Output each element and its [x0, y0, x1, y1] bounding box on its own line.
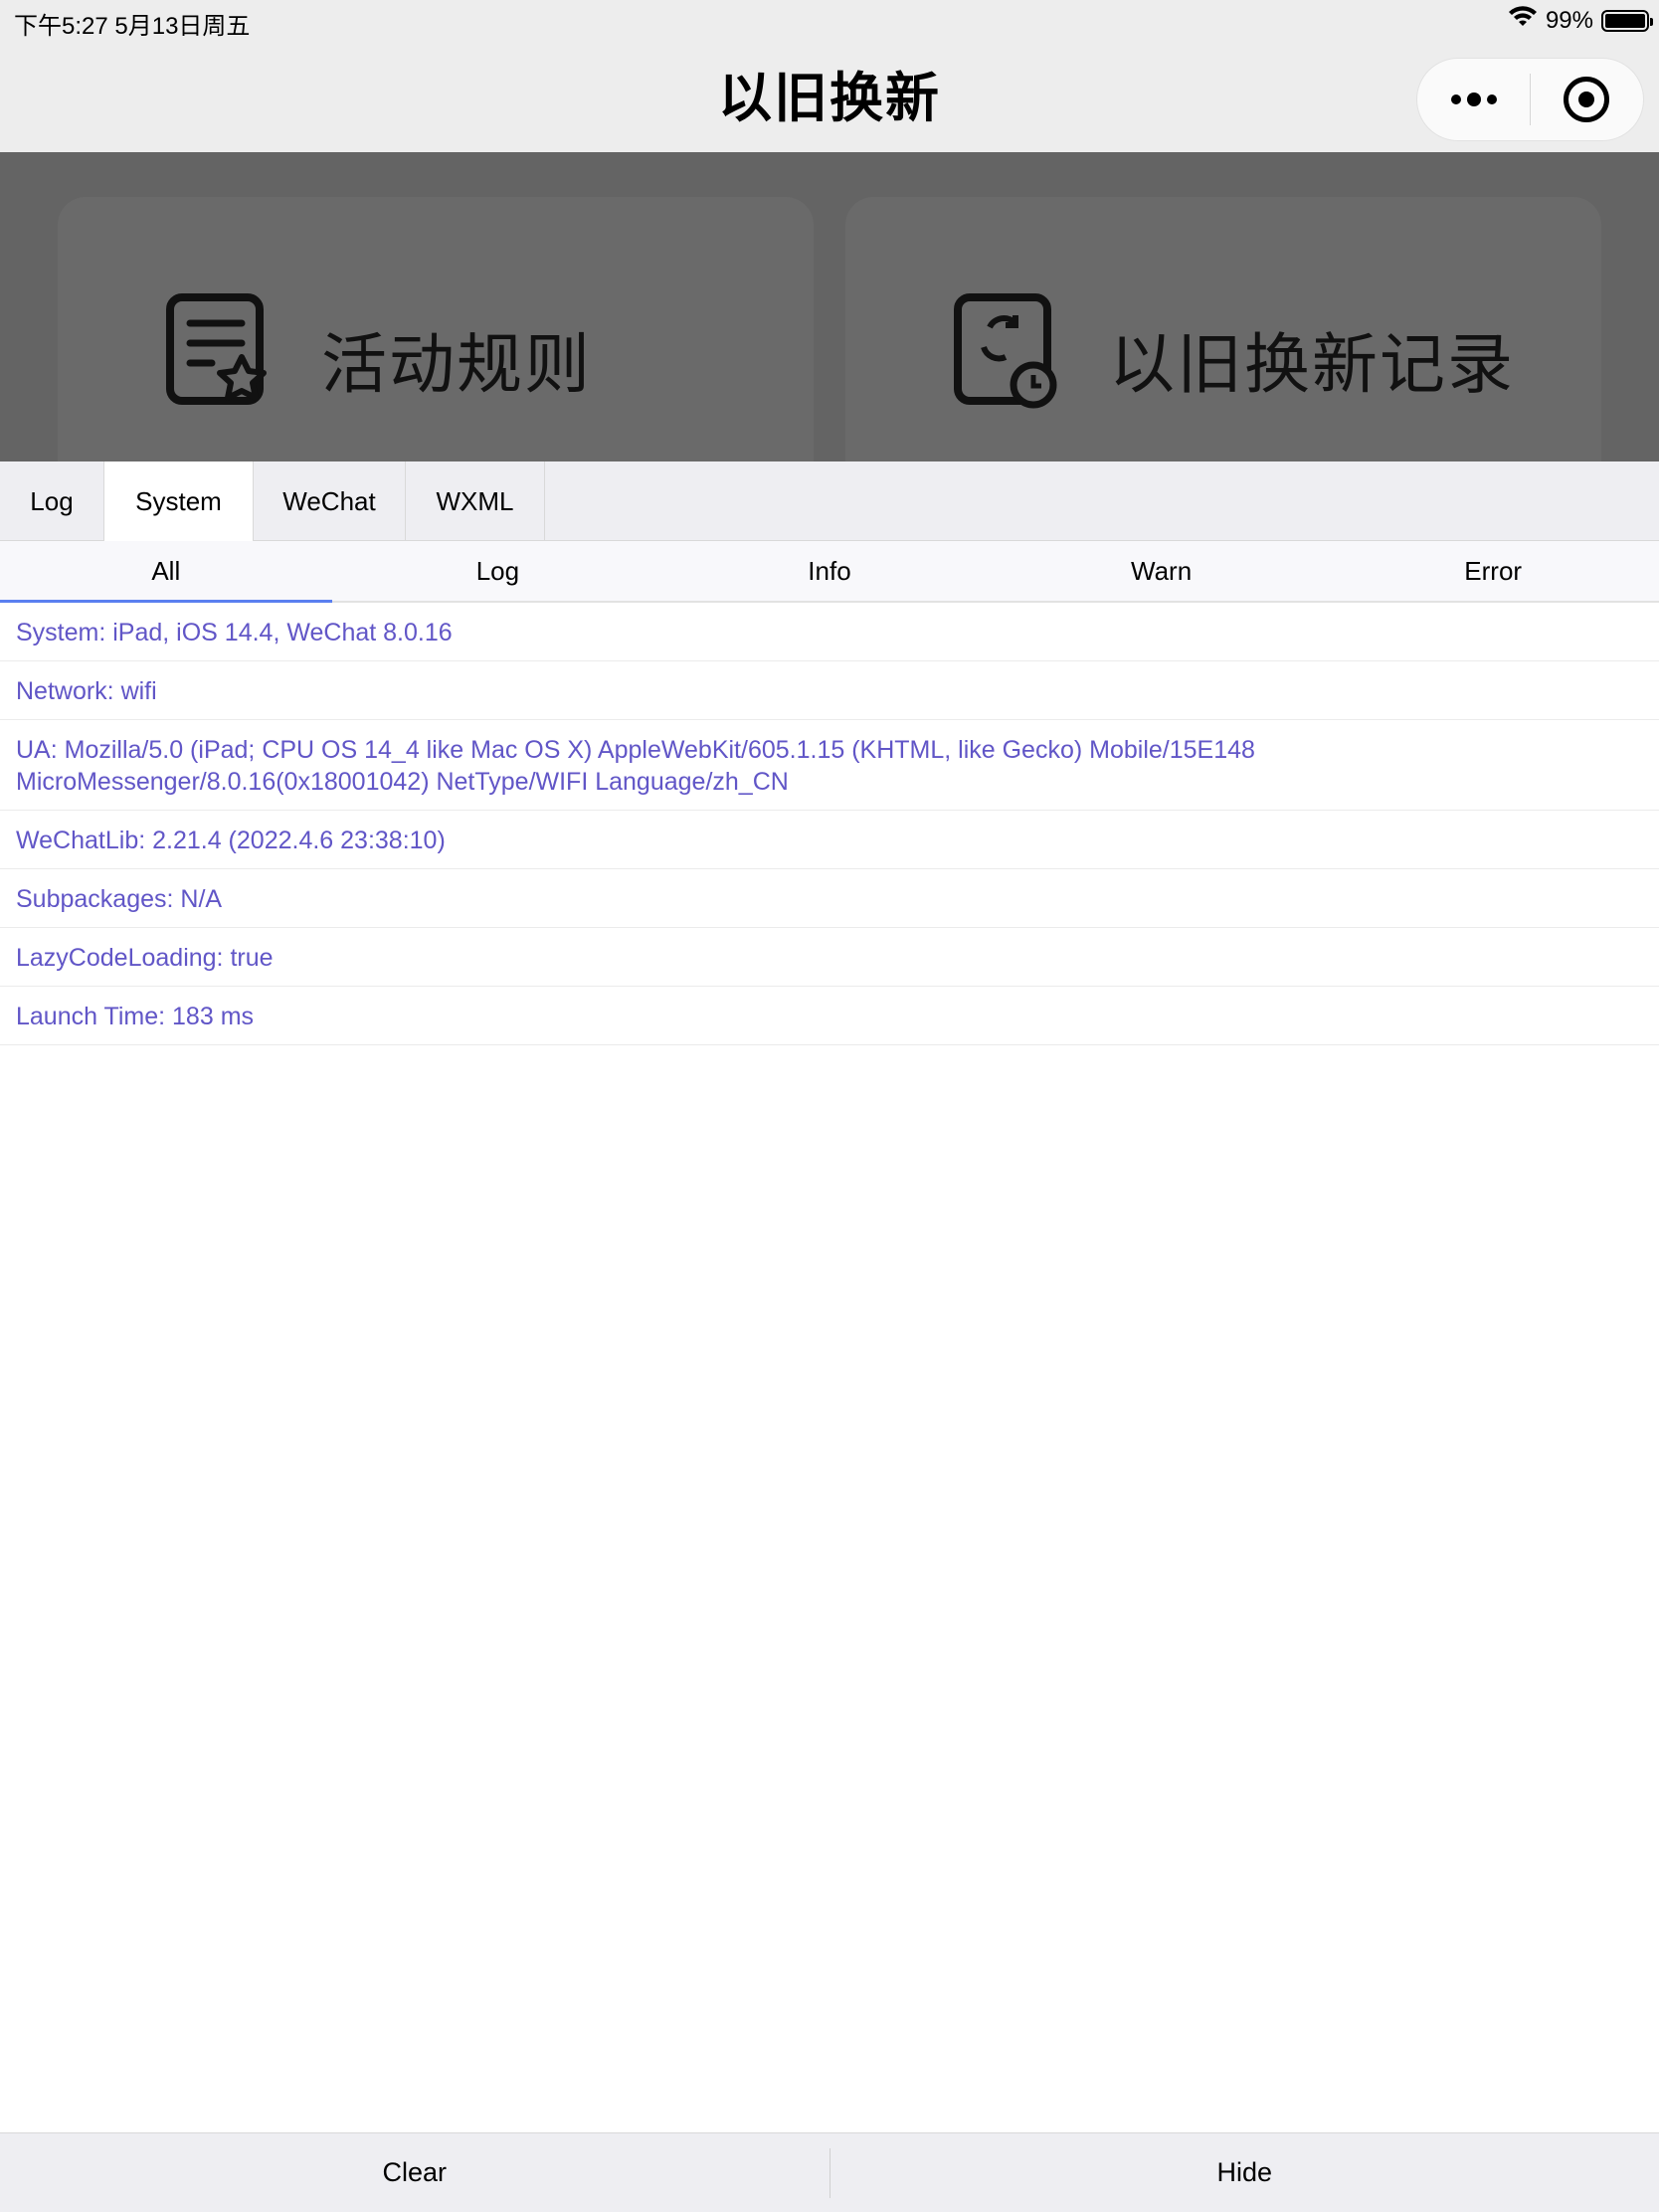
log-list: System: iPad, iOS 14.4, WeChat 8.0.16 Ne… — [0, 603, 1659, 1045]
log-text-continued: MicroMessenger/8.0.16(0x18001042) NetTyp… — [16, 768, 789, 796]
status-time-date: 下午5:27 5月13日周五 — [14, 13, 251, 40]
log-text: Network: wifi — [16, 677, 157, 705]
clear-button[interactable]: Clear — [0, 2157, 830, 2188]
log-row: WeChatLib: 2.21.4 (2022.4.6 23:38:10) — [0, 811, 1659, 869]
close-miniprogram-button[interactable] — [1531, 59, 1643, 140]
vconsole-filter-bar: All Log Info Warn Error — [0, 541, 1659, 603]
more-button[interactable] — [1417, 59, 1530, 140]
filter-info[interactable]: Info — [663, 541, 996, 601]
vconsole-footer: Clear Hide — [0, 2132, 1659, 2212]
log-text: LazyCodeLoading: true — [16, 944, 274, 972]
tab-wechat[interactable]: WeChat — [254, 461, 406, 541]
vconsole-panel: Log System WeChat WXML All Log Info Warn… — [0, 461, 1659, 2212]
log-row: UA: Mozilla/5.0 (iPad; CPU OS 14_4 like … — [0, 720, 1659, 811]
page-title: 以旧换新 — [718, 69, 941, 128]
wifi-icon — [1508, 6, 1538, 35]
status-bar: 下午5:27 5月13日周五 99% — [0, 0, 1659, 40]
filter-log[interactable]: Log — [332, 541, 664, 601]
log-text: System: iPad, iOS 14.4, WeChat 8.0.16 — [16, 619, 453, 646]
log-row: Launch Time: 183 ms — [0, 987, 1659, 1045]
more-dots-icon — [1450, 92, 1497, 106]
tab-log[interactable]: Log — [0, 461, 104, 541]
trade-in-records-card[interactable]: 以旧换新记录 — [845, 197, 1601, 461]
activity-rules-label: 活动规则 — [321, 327, 592, 401]
battery-icon — [1601, 9, 1653, 32]
trade-in-records-label: 以旧换新记录 — [1109, 327, 1515, 401]
hide-button[interactable]: Hide — [830, 2157, 1659, 2188]
log-text: Launch Time: 183 ms — [16, 1003, 255, 1030]
app-screen: 下午5:27 5月13日周五 99% 以旧换新 活动规则 以旧换新记录 Log … — [0, 0, 1659, 2212]
miniprogram-capsule — [1416, 58, 1644, 141]
filter-all[interactable]: All — [0, 541, 332, 603]
activity-rules-card[interactable]: 活动规则 — [58, 197, 814, 461]
tab-wxml[interactable]: WXML — [406, 461, 545, 541]
tab-system[interactable]: System — [104, 461, 254, 542]
status-right: 99% — [1508, 6, 1653, 35]
nav-bar: 以旧换新 — [0, 40, 1659, 152]
log-row: LazyCodeLoading: true — [0, 928, 1659, 987]
document-star-icon — [166, 293, 267, 405]
log-row: Subpackages: N/A — [0, 869, 1659, 928]
page-content-dimmed: 活动规则 以旧换新记录 — [0, 152, 1659, 461]
filter-error[interactable]: Error — [1327, 541, 1659, 601]
log-text: UA: Mozilla/5.0 (iPad; CPU OS 14_4 like … — [16, 736, 1255, 764]
log-text: WeChatLib: 2.21.4 (2022.4.6 23:38:10) — [16, 827, 446, 854]
recycle-clock-icon — [954, 293, 1057, 409]
filter-warn[interactable]: Warn — [996, 541, 1328, 601]
log-row: Network: wifi — [0, 661, 1659, 720]
close-miniprogram-icon — [1564, 77, 1610, 122]
log-row: System: iPad, iOS 14.4, WeChat 8.0.16 — [0, 603, 1659, 661]
battery-percent: 99% — [1545, 6, 1593, 34]
log-text: Subpackages: N/A — [16, 885, 223, 913]
vconsole-tabbar: Log System WeChat WXML — [0, 461, 1659, 542]
